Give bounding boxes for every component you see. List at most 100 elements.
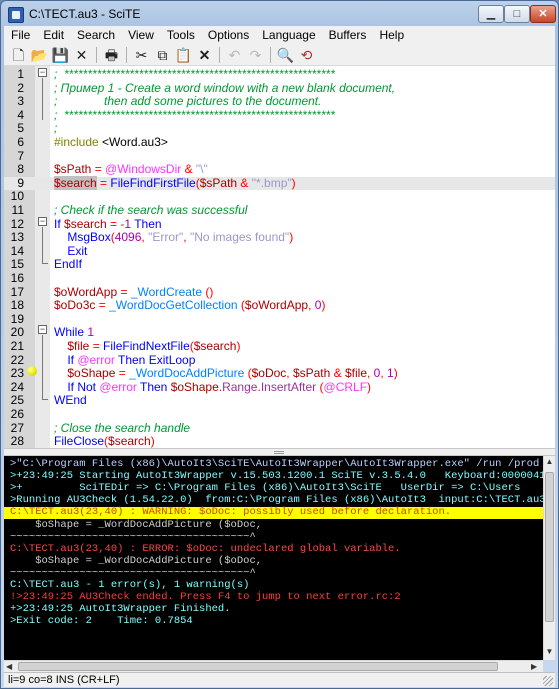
- code-token: $search: [193, 339, 237, 353]
- output-line[interactable]: >Exit code: 2 Time: 0.7854: [10, 615, 193, 628]
- code-line[interactable]: 24 If Not @error Then $oShape.Range.Inse…: [4, 379, 555, 395]
- menu-help[interactable]: Help: [372, 28, 410, 42]
- code-line[interactable]: 12 If $search = -1 Then: [4, 216, 555, 232]
- code-text: $oWordApp = _WordCreate (): [54, 285, 213, 300]
- menu-tools[interactable]: Tools: [160, 28, 201, 42]
- code-line[interactable]: 26: [4, 407, 555, 422]
- save-icon[interactable]: 💾: [50, 45, 71, 65]
- code-line[interactable]: 4 ; *************************************…: [4, 107, 555, 123]
- code-token: $search: [54, 175, 97, 190]
- code-token: &: [330, 366, 345, 381]
- menu-options[interactable]: Options: [201, 28, 255, 42]
- code-editor[interactable]: 1 ; *************************************…: [4, 66, 555, 448]
- maximize-button[interactable]: □: [504, 5, 530, 23]
- code-line[interactable]: 19: [4, 312, 555, 327]
- output-line[interactable]: C:\TECT.au3(23,40) : WARNING: $oDoc: pos…: [4, 506, 543, 520]
- menu-edit[interactable]: Edit: [36, 28, 70, 42]
- output-line[interactable]: $oShape = _WordDocAddPicture ($oDoc,: [10, 555, 262, 568]
- cut-icon[interactable]: ✂: [131, 45, 152, 65]
- scroll-down-arrow-icon[interactable]: ▼: [544, 646, 555, 658]
- code-token: _WordDocGetCollection: [109, 298, 238, 313]
- find-icon[interactable]: 🔍: [275, 45, 296, 65]
- code-text: $search = FileFindFirstFile($sPath & "*.…: [54, 175, 296, 191]
- code-token: ; **************************************…: [54, 107, 335, 122]
- bookmark-marker-icon[interactable]: [27, 366, 37, 376]
- code-token: (: [316, 379, 324, 394]
- code-line[interactable]: 7: [4, 149, 555, 164]
- new-file-icon[interactable]: 🗋: [8, 45, 29, 65]
- code-token: "*.bmp": [251, 175, 292, 190]
- line-number: 3: [17, 94, 24, 109]
- menu-language[interactable]: Language: [255, 28, 321, 42]
- code-line[interactable]: 15 EndIf: [4, 258, 555, 272]
- replace-icon[interactable]: ⟲: [296, 45, 317, 65]
- code-line[interactable]: 27 ; Close the search handle: [4, 420, 555, 436]
- line-number: 27: [10, 420, 24, 435]
- delete-icon[interactable]: ✕: [194, 45, 215, 65]
- code-token: $oShape: [67, 366, 116, 381]
- scroll-up-arrow-icon[interactable]: ▲: [544, 456, 555, 468]
- code-token: (: [237, 298, 245, 313]
- code-line[interactable]: 5;: [4, 122, 555, 136]
- menu-search[interactable]: Search: [70, 28, 121, 42]
- code-line[interactable]: 28 FileClose($search): [4, 434, 555, 448]
- code-line[interactable]: 20 While 1: [4, 326, 555, 340]
- code-line[interactable]: 16: [4, 271, 555, 286]
- code-token: =: [91, 162, 106, 177]
- fold-toggle-icon[interactable]: −: [38, 68, 47, 77]
- code-line[interactable]: 2 ; Пример 1 - Create a word window with …: [4, 81, 555, 96]
- menu-view[interactable]: View: [121, 28, 160, 42]
- line-number: 16: [10, 271, 24, 285]
- code-line[interactable]: 14 Exit: [4, 244, 555, 259]
- code-line[interactable]: 22 If @error Then ExitLoop: [4, 353, 555, 368]
- code-line[interactable]: 25 WEnd: [4, 394, 555, 408]
- scroll-thumb[interactable]: [545, 472, 554, 622]
- resize-grip-icon[interactable]: [543, 676, 553, 686]
- code-line[interactable]: 9 $search = FileFindFirstFile($sPath & "*…: [4, 175, 555, 191]
- menu-buffers[interactable]: Buffers: [322, 28, 373, 42]
- code-line[interactable]: 8 $sPath = @WindowsDir & "\": [4, 162, 555, 177]
- line-number: 12: [10, 216, 24, 231]
- code-token: MsgBox: [67, 230, 111, 245]
- menu-file[interactable]: File: [4, 28, 36, 42]
- open-folder-icon[interactable]: 📂: [29, 45, 50, 65]
- fold-line: [42, 335, 43, 399]
- code-line[interactable]: 6 #include <Word.au3>: [4, 135, 555, 150]
- code-text: ;: [54, 122, 57, 136]
- close-button[interactable]: ✕: [530, 5, 556, 23]
- code-line[interactable]: 17 $oWordApp = _WordCreate (): [4, 285, 555, 300]
- output-horizontal-scrollbar[interactable]: ◀ ▶: [4, 660, 543, 672]
- output-line[interactable]: C:\TECT.au3(23,40) : ERROR: $oDoc: undec…: [10, 543, 401, 556]
- output-pane[interactable]: >"C:\Program Files (x86)\AutoIt3\SciTE\A…: [4, 456, 543, 660]
- pane-splitter[interactable]: [4, 448, 555, 456]
- code-line[interactable]: 23 $oShape = _WordDocAddPicture ($oDoc, …: [4, 366, 555, 381]
- code-token: =: [115, 366, 130, 381]
- copy-icon[interactable]: ⧉: [152, 45, 173, 65]
- code-token: $file: [344, 366, 367, 381]
- title-bar[interactable]: C:\TECT.au3 - SciTE ▁ □ ✕: [1, 1, 558, 27]
- code-token: $sPath: [54, 162, 92, 177]
- output-vertical-scrollbar[interactable]: ▲ ▼: [543, 456, 555, 660]
- paste-icon[interactable]: 📋: [173, 45, 194, 65]
- code-line[interactable]: 21 $file = FileFindNextFile($search): [4, 339, 555, 354]
- code-line[interactable]: 11 ; Check if the search was successful: [4, 203, 555, 218]
- print-icon[interactable]: 🖶: [101, 45, 122, 65]
- code-line[interactable]: 1 ; *************************************…: [4, 67, 555, 82]
- fold-toggle-icon[interactable]: −: [38, 325, 47, 334]
- scroll-thumb[interactable]: [18, 662, 498, 671]
- close-file-icon[interactable]: ✕: [71, 45, 92, 65]
- output-line[interactable]: ~~~~~~~~~~~~~~~~~~~~~~~~~~~~~~~~~~~~~~^: [10, 531, 256, 544]
- code-token: ): [393, 366, 398, 381]
- code-line[interactable]: 13 MsgBox(4096, "Error", "No images foun…: [4, 230, 555, 245]
- code-line[interactable]: 18 $oDo3c = _WordDocGetCollection ($oWord…: [4, 298, 555, 313]
- code-line[interactable]: 3 ; then add some pictures to the documen…: [4, 94, 555, 109]
- fold-toggle-icon[interactable]: −: [38, 217, 47, 226]
- output-line[interactable]: $oShape = _WordDocAddPicture ($oDoc,: [10, 519, 262, 532]
- minimize-button[interactable]: ▁: [478, 5, 504, 23]
- code-token: "\": [195, 162, 208, 177]
- code-line[interactable]: 10: [4, 190, 555, 204]
- code-token: $oWordApp: [244, 298, 309, 313]
- code-token: ; **************************************…: [54, 67, 335, 81]
- redo-icon[interactable]: ↷: [245, 45, 266, 65]
- undo-icon[interactable]: ↶: [224, 45, 245, 65]
